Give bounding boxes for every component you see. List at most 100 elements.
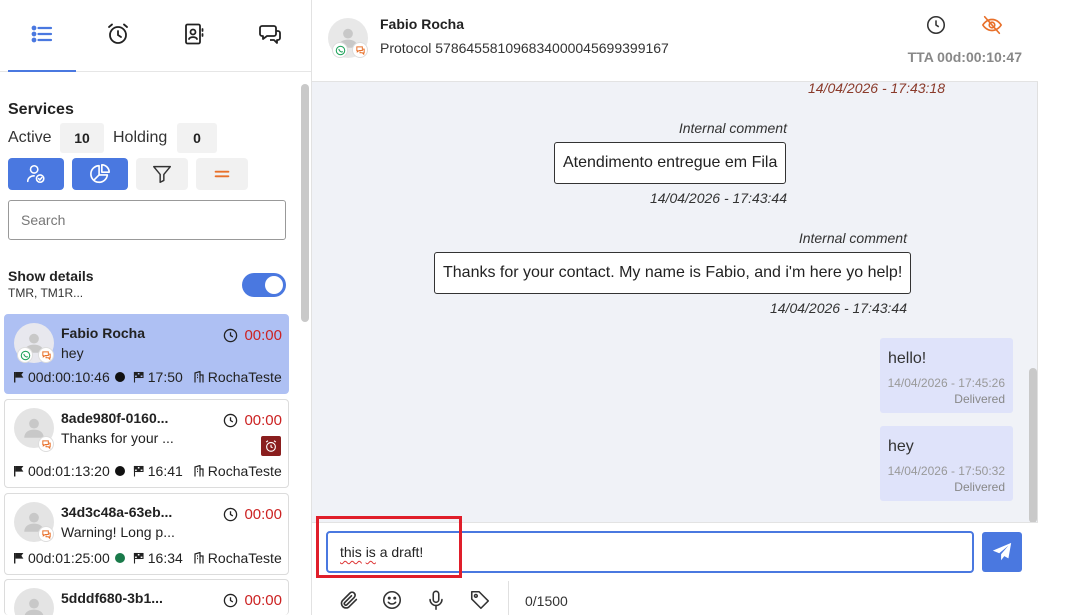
card-timer-value: 00:00: [244, 506, 282, 523]
message-timestamp: 14/04/2026 - 17:50:32: [887, 464, 1005, 478]
active-label: Active: [8, 129, 52, 146]
draft-word: this: [340, 544, 362, 560]
alarm-badge: [261, 436, 281, 456]
equals-icon: [214, 170, 230, 178]
tab-list[interactable]: [22, 12, 62, 56]
clock-icon: [224, 507, 238, 522]
card-footer: 00d:00:10:46 17:50 RochaTeste: [13, 369, 282, 385]
status-dot: [114, 553, 125, 563]
internal-comment-label: Internal comment: [798, 230, 907, 246]
tab-contacts[interactable]: [174, 12, 214, 56]
whatsapp-icon: [17, 347, 33, 363]
internal-comment: Atendimento entregue em Fila: [554, 142, 787, 184]
clock-icon: [224, 593, 238, 608]
chat-header: Fabio Rocha Protocol 5786455810968340000…: [312, 0, 1038, 82]
tab-alarm[interactable]: [98, 12, 138, 56]
pie-chart-icon: [90, 164, 110, 184]
conversation-card[interactable]: 5dddf680-3b1... 00:00: [4, 579, 289, 615]
outgoing-message: hello! 14/04/2026 - 17:45:26 Delivered: [880, 338, 1013, 413]
history-button[interactable]: [923, 12, 949, 38]
tag-button[interactable]: [467, 587, 493, 613]
card-timer-value: 00:00: [244, 592, 282, 609]
conversation-card[interactable]: 8ade980f-0160... Thanks for your ... 00:…: [4, 399, 289, 488]
filter-icon: [153, 165, 171, 183]
card-duration: 00d:01:13:20: [28, 463, 110, 479]
card-last-message: Warning! Long p...: [61, 524, 175, 540]
draft-rest: a draft!: [375, 544, 424, 560]
user-check-icon: [26, 164, 45, 184]
message-timestamp: 14/04/2026 - 17:43:44: [649, 190, 787, 206]
sort-button[interactable]: [196, 158, 248, 190]
status-dot: [114, 466, 125, 476]
delivery-status: Delivered: [954, 480, 1005, 494]
card-team: RochaTeste: [207, 550, 282, 566]
message-timestamp: 14/04/2026 - 17:43:44: [769, 300, 907, 316]
send-button[interactable]: [982, 532, 1022, 572]
outgoing-message: hey 14/04/2026 - 17:50:32 Delivered: [880, 426, 1013, 501]
smile-icon: [382, 590, 402, 610]
show-details-toggle[interactable]: [242, 273, 286, 297]
card-timer: 00:00: [223, 412, 282, 429]
card-last-message: hey: [61, 345, 84, 361]
message-timestamp: 14/04/2026 - 17:45:26: [887, 376, 1005, 390]
assign-user-button[interactable]: [8, 158, 64, 190]
tta-timer: TTA 00d:00:10:47: [907, 49, 1022, 65]
checkered-flag-icon: [133, 465, 144, 477]
show-details-subtext: TMR, TM1R...: [8, 286, 84, 300]
holding-count: 0: [177, 123, 217, 153]
eye-off-icon: [981, 15, 1003, 35]
flag-icon: [14, 372, 24, 383]
emoji-button[interactable]: [379, 587, 405, 613]
card-flag-time: 17:50: [147, 369, 183, 385]
message-input[interactable]: this is a draft!: [326, 531, 974, 573]
card-contact-name: 34d3c48a-63eb...: [61, 504, 173, 520]
building-icon: [194, 371, 204, 383]
visibility-toggle-button[interactable]: [979, 12, 1005, 38]
card-footer: 00d:01:25:00 16:34 RochaTeste: [13, 550, 282, 566]
card-contact-name: Fabio Rocha: [61, 325, 146, 341]
card-flag-time: 16:41: [147, 463, 183, 479]
clock-icon: [224, 413, 238, 428]
right-margin: [1039, 0, 1079, 615]
filter-button[interactable]: [136, 158, 188, 190]
statistics-button[interactable]: [72, 158, 128, 190]
card-timer-value: 00:00: [244, 327, 282, 344]
alarm-clock-icon: [265, 440, 277, 452]
building-icon: [194, 465, 204, 477]
internal-comment: Thanks for your contact. My name is Fabi…: [434, 252, 912, 294]
search-input[interactable]: [8, 200, 286, 240]
sidebar-scrollbar[interactable]: [301, 84, 309, 322]
voice-button[interactable]: [423, 587, 449, 613]
app-window: Services Active 10 Holding 0 Show detail…: [0, 0, 1079, 615]
sidebar-tabs: [0, 0, 311, 72]
attach-button[interactable]: [336, 587, 362, 613]
list-icon: [31, 25, 53, 43]
delivery-status: Delivered: [954, 392, 1005, 406]
message-text: hello!: [888, 350, 927, 367]
card-duration: 00d:00:10:46: [28, 369, 110, 385]
flag-icon: [14, 466, 24, 477]
card-timer: 00:00: [223, 592, 282, 609]
tab-chats[interactable]: [250, 12, 290, 56]
protocol-number: Protocol 57864558109683400004569939916​7: [380, 40, 669, 56]
chat-panel: Fabio Rocha Protocol 5786455810968340000…: [312, 0, 1038, 615]
chat-scrollbar[interactable]: [1029, 368, 1037, 523]
message-text: hey: [888, 438, 914, 455]
sidebar: Services Active 10 Holding 0 Show detail…: [0, 0, 312, 615]
conversation-card[interactable]: 34d3c48a-63eb... Warning! Long p... 00:0…: [4, 493, 289, 575]
conversation-card[interactable]: Fabio Rocha hey 00:00 00d:00:10:46 17:50…: [4, 314, 289, 394]
card-flag-time: 16:34: [147, 550, 183, 566]
flag-icon: [14, 553, 24, 564]
contact-name: Fabio Rocha: [380, 16, 465, 32]
microphone-icon: [429, 590, 443, 610]
contact-book-icon: [185, 23, 204, 45]
holding-label: Holding: [113, 129, 168, 146]
avatar: [14, 588, 54, 615]
draft-word: is: [365, 544, 376, 560]
active-tab-indicator: [8, 70, 76, 72]
card-timer-value: 00:00: [244, 412, 282, 429]
card-team: RochaTeste: [207, 463, 282, 479]
show-details-label: Show details: [8, 268, 94, 284]
clock-icon: [224, 328, 238, 343]
toolbar-divider: [508, 581, 509, 615]
